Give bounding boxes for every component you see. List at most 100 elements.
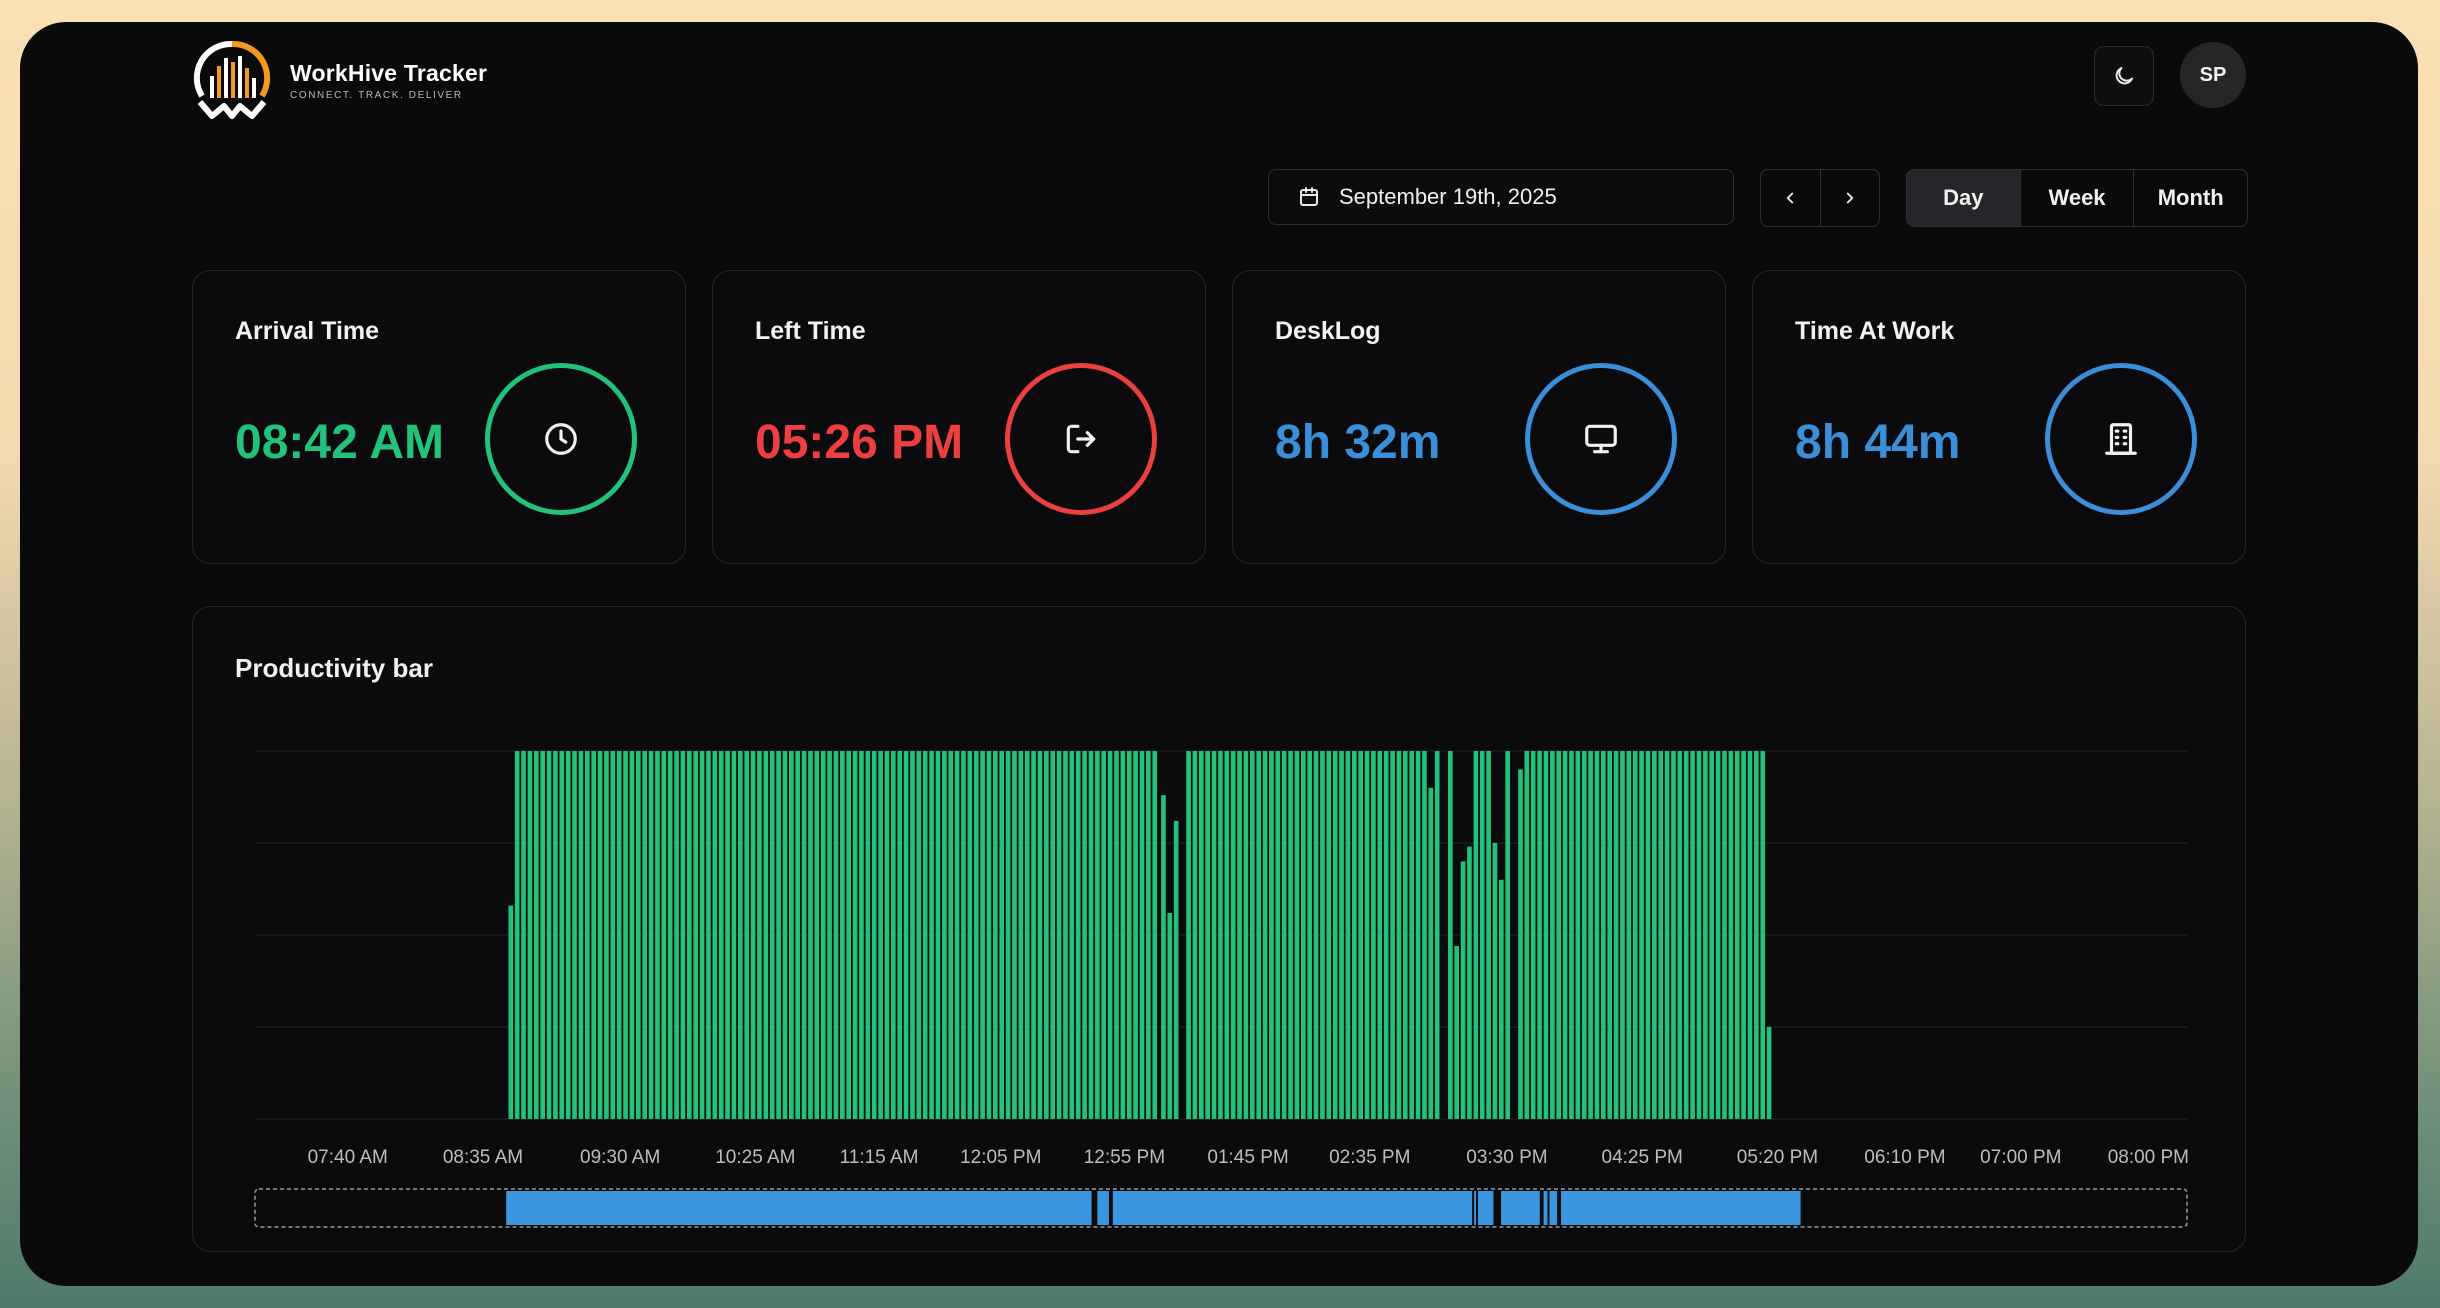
productivity-bar [616,751,622,1119]
productivity-bar [1556,751,1562,1119]
productivity-bar [1415,751,1421,1119]
productivity-bar [750,751,756,1119]
productivity-bar [1050,751,1056,1119]
productivity-bar [1173,820,1179,1119]
productivity-bar [1428,787,1434,1119]
productivity-bar [1620,751,1625,1119]
arrival-time-value: 08:42 AM [235,416,444,469]
productivity-bar [1230,751,1236,1119]
productivity-bar [795,751,801,1119]
productivity-bar [738,751,743,1119]
activity-timeline-segment [1474,1191,1477,1225]
productivity-bar [1281,751,1287,1119]
productivity-bar [572,751,577,1119]
productivity-bar [1409,751,1415,1119]
productivity-bar [1645,751,1651,1119]
productivity-bar [1703,751,1708,1119]
productivity-bar [999,751,1005,1119]
logo-mark-icon [193,40,271,119]
productivity-bar [1313,751,1319,1119]
productivity-bar [1320,751,1325,1119]
activity-timeline-segment [1501,1191,1540,1225]
productivity-bar [1524,751,1530,1119]
card-title: Arrival Time [235,317,380,345]
x-tick-label: 03:30 PM [1466,1147,1547,1168]
x-tick-label: 06:10 PM [1864,1147,1945,1168]
chevron-right-icon [1846,192,1853,204]
activity-timeline-segment [1561,1191,1801,1225]
app-logo[interactable]: WorkHive Tracker CONNECT. TRACK. DELIVER [188,36,487,124]
productivity-bar [680,751,686,1119]
date-picker-button[interactable]: September 19th, 2025 [1268,169,1734,225]
productivity-bar [1088,751,1094,1119]
productivity-bar [1095,751,1100,1119]
app-name: WorkHive Tracker [290,59,488,86]
productivity-bar [731,751,737,1119]
theme-toggle-button[interactable] [2094,46,2154,106]
x-tick-label: 09:30 AM [580,1147,660,1168]
productivity-bar [1479,751,1485,1119]
productivity-bar [1192,751,1198,1119]
productivity-bar [1126,751,1132,1119]
productivity-bar [769,751,775,1119]
activity-timeline-segment [1543,1191,1548,1225]
productivity-bar [642,751,648,1119]
productivity-bar [1639,751,1644,1119]
productivity-bar [929,751,934,1119]
desklog-card: DeskLog 8h 32m [1232,270,1726,564]
productivity-bar [1243,751,1249,1119]
user-avatar[interactable]: SP [2180,42,2246,108]
productivity-bar [610,751,616,1119]
productivity-bar [935,751,941,1119]
left-time-value: 05:26 PM [755,416,964,469]
productivity-bar [897,751,903,1119]
x-tick-label: 12:05 PM [960,1147,1041,1168]
productivity-bar [1766,1027,1772,1119]
x-tick-label: 08:35 AM [443,1147,523,1168]
next-date-button[interactable] [1819,170,1880,226]
productivity-bar [1224,751,1230,1119]
productivity-bar [1575,751,1581,1119]
previous-date-button[interactable] [1761,170,1820,226]
range-day-button[interactable]: Day [1907,170,2020,226]
productivity-bar [1683,751,1689,1119]
productivity-bar [878,751,883,1119]
x-tick-label: 07:40 AM [308,1147,388,1168]
productivity-bar [954,751,960,1119]
productivity-bar [1473,751,1479,1119]
productivity-bar [604,751,609,1119]
x-tick-label: 02:35 PM [1329,1147,1410,1168]
productivity-bar [1460,861,1466,1119]
productivity-bar [993,751,998,1119]
productivity-bar [1677,751,1683,1119]
productivity-bar [686,751,692,1119]
productivity-bar [514,751,520,1119]
productivity-bar [1294,751,1300,1119]
productivity-bar [1249,751,1255,1119]
activity-timeline-segment [1549,1191,1558,1225]
productivity-bar [1024,751,1030,1119]
productivity-bar [667,751,673,1119]
productivity-bar [1114,751,1119,1119]
productivity-bar [1018,751,1024,1119]
range-week-button[interactable]: Week [2019,170,2134,226]
productivity-bar [986,751,992,1119]
range-month-button[interactable]: Month [2133,170,2247,226]
x-tick-label: 04:25 PM [1602,1147,1683,1168]
productivity-bar [776,751,781,1119]
desklog-value: 8h 32m [1275,416,1441,469]
productivity-bar [801,751,807,1119]
productivity-bar [808,751,813,1119]
productivity-bar [1562,751,1568,1119]
productivity-bar [1601,751,1606,1119]
productivity-bar [967,751,973,1119]
productivity-bar [1741,751,1746,1119]
productivity-bar [527,751,533,1119]
productivity-bar [1332,751,1338,1119]
productivity-bar [1588,751,1593,1119]
x-tick-label: 10:25 AM [715,1147,795,1168]
productivity-bar [1345,751,1351,1119]
x-tick-label: 08:00 PM [2108,1147,2189,1168]
productivity-bar [916,751,922,1119]
activity-timeline-segment [1112,1191,1473,1225]
